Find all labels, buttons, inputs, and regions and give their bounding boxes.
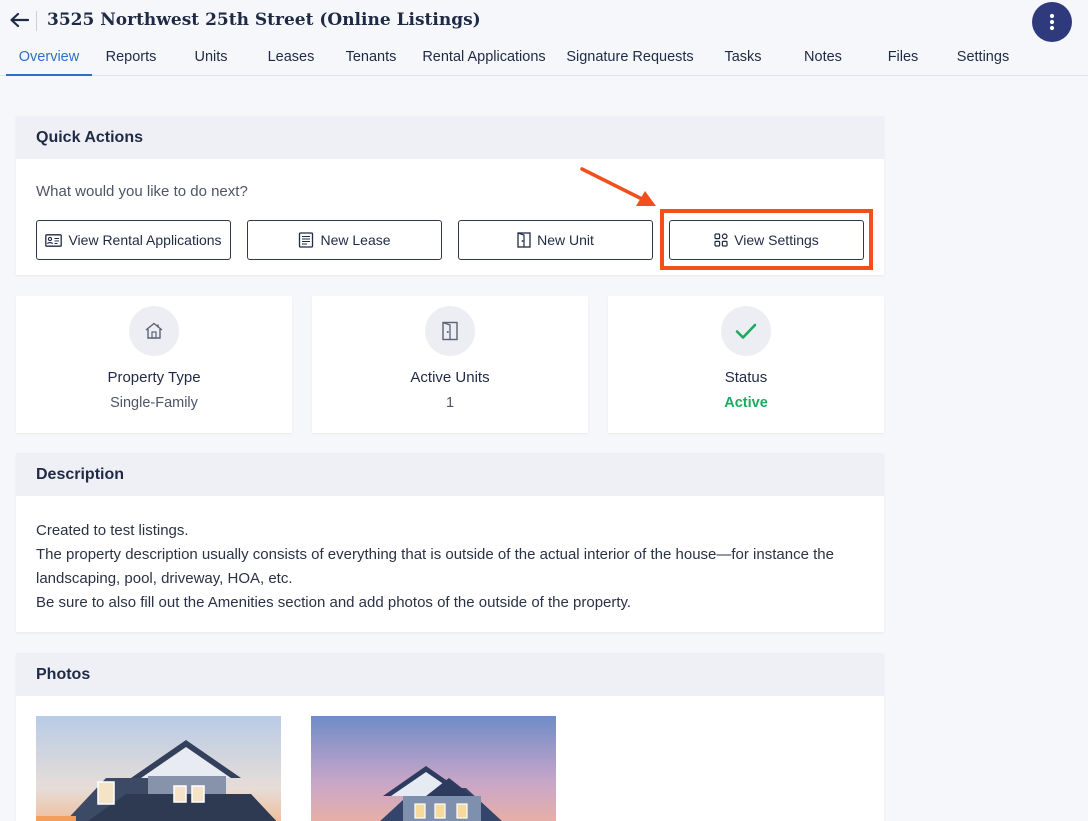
photos-title: Photos (16, 653, 884, 696)
new-unit-button[interactable]: New Unit (458, 220, 653, 260)
active-units-value: 1 (445, 395, 455, 411)
tab-files[interactable]: Files (870, 47, 936, 76)
status-badge: Active (724, 395, 768, 411)
new-lease-label: New Lease (320, 232, 391, 248)
status-label: Status (724, 369, 768, 386)
tab-notes[interactable]: Notes (790, 47, 856, 76)
tab-tasks[interactable]: Tasks (710, 47, 776, 76)
property-photo[interactable] (36, 716, 281, 821)
tab-settings[interactable]: Settings (950, 47, 1016, 76)
tab-units[interactable]: Units (178, 47, 244, 76)
description-line: Created to test listings. (36, 522, 189, 539)
tab-tenants[interactable]: Tenants (338, 47, 404, 76)
view-rental-applications-button[interactable]: View Rental Applications (36, 220, 231, 260)
property-photo[interactable] (311, 716, 556, 821)
description-line: Be sure to also fill out the Amenities s… (36, 594, 632, 611)
document-icon (298, 232, 314, 248)
property-type-card: Property Type Single-Family (16, 296, 292, 433)
top-bar: 3525 Northwest 25th Street (Online Listi… (0, 0, 1088, 76)
quick-actions-prompt: What would you like to do next? (36, 183, 248, 200)
view-settings-button[interactable]: View Settings (669, 220, 864, 260)
id-card-icon (45, 233, 63, 247)
view-rental-applications-label: View Rental Applications (68, 232, 222, 248)
property-type-value: Single-Family (110, 395, 198, 411)
title-divider (36, 11, 37, 31)
page-title: 3525 Northwest 25th Street (Online Listi… (47, 10, 481, 30)
new-lease-button[interactable]: New Lease (247, 220, 442, 260)
new-unit-label: New Unit (537, 232, 594, 248)
grid-icon (714, 233, 728, 247)
tab-signature-requests[interactable]: Signature Requests (562, 47, 698, 76)
tab-reports[interactable]: Reports (98, 47, 164, 76)
view-settings-label: View Settings (734, 232, 819, 248)
checkmark-icon (721, 306, 771, 356)
active-units-label: Active Units (410, 369, 490, 386)
property-type-label: Property Type (107, 369, 201, 386)
quick-actions-card: Quick Actions What would you like to do … (16, 116, 884, 275)
description-text: Created to test listings. The property d… (36, 519, 866, 615)
status-card: Status Active (608, 296, 884, 433)
house-icon (129, 306, 179, 356)
tab-rental-applications[interactable]: Rental Applications (418, 47, 550, 76)
door-icon (517, 232, 531, 248)
description-title: Description (16, 453, 884, 496)
door-icon (425, 306, 475, 356)
tab-overview[interactable]: Overview (6, 47, 92, 76)
quick-actions-title: Quick Actions (16, 116, 884, 159)
description-card: Description Created to test listings. Th… (16, 453, 884, 632)
active-units-card: Active Units 1 (312, 296, 588, 433)
description-line: The property description usually consist… (36, 546, 834, 587)
more-options-icon[interactable] (1032, 2, 1072, 42)
back-arrow-icon[interactable] (8, 9, 30, 31)
tab-leases[interactable]: Leases (258, 47, 324, 76)
photos-card: Photos (16, 653, 884, 821)
